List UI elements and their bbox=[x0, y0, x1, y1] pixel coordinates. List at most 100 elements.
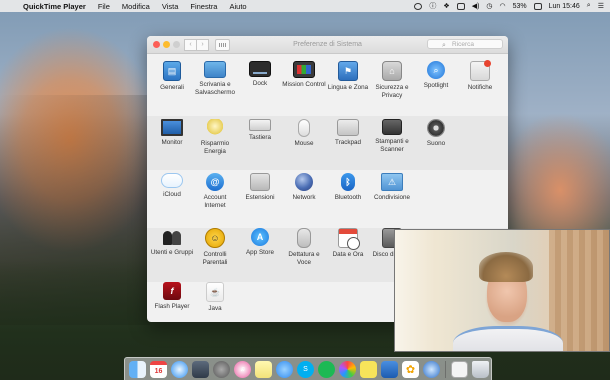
pref-account-internet[interactable]: @ Account Internet bbox=[193, 173, 237, 209]
pref-label: Scrivania e Salvaschermo bbox=[195, 81, 235, 96]
time-machine-icon[interactable]: ◷ bbox=[486, 2, 492, 10]
volume-icon[interactable]: ◀) bbox=[472, 2, 480, 10]
pref-java[interactable]: ☕ Java bbox=[193, 282, 237, 313]
pref-lingua[interactable]: ⚑ Lingua e Zona bbox=[326, 61, 370, 92]
menu-finestra[interactable]: Finestra bbox=[190, 2, 217, 11]
clock-calendar-icon bbox=[338, 228, 360, 250]
mouse-icon bbox=[298, 119, 310, 137]
document-icon[interactable] bbox=[451, 360, 468, 378]
webcam-overlay[interactable] bbox=[394, 229, 610, 352]
pref-generali[interactable]: ▤ Generali bbox=[150, 61, 194, 92]
pref-notifiche[interactable]: Notifiche bbox=[458, 60, 502, 92]
pref-icloud[interactable]: iCloud bbox=[150, 173, 194, 199]
pref-tastiera[interactable]: Tastiera bbox=[238, 119, 282, 142]
prefs-row-hardware: Monitor Risparmio Energia Tastiera Mouse… bbox=[147, 119, 508, 173]
record-icon[interactable] bbox=[414, 2, 423, 10]
quicktime-icon[interactable] bbox=[423, 360, 440, 378]
printer-icon bbox=[382, 119, 402, 135]
pref-mission-control[interactable]: Mission Control bbox=[282, 61, 326, 89]
menu-bar: QuickTime Player File Modifica Vista Fin… bbox=[0, 0, 610, 12]
menu-aiuto[interactable]: Aiuto bbox=[229, 2, 246, 11]
dock: 16 ♫ S ✿ bbox=[124, 357, 492, 380]
pref-label: Trackpad bbox=[334, 139, 361, 146]
users-icon bbox=[162, 228, 182, 246]
stickies-icon[interactable] bbox=[360, 360, 377, 378]
pref-monitor[interactable]: Monitor bbox=[150, 119, 194, 147]
pref-label: Flash Player bbox=[154, 303, 190, 310]
preview-icon[interactable] bbox=[192, 360, 209, 378]
menu-file[interactable]: File bbox=[98, 2, 110, 11]
window-light bbox=[395, 230, 435, 351]
menu-modifica[interactable]: Modifica bbox=[122, 2, 150, 11]
pref-dettatura[interactable]: Dettatura e Voce bbox=[282, 228, 326, 266]
pref-label: Mission Control bbox=[282, 81, 326, 88]
pref-stampanti[interactable]: Stampanti e Scanner bbox=[370, 119, 414, 153]
flash-icon: f bbox=[163, 282, 181, 300]
pref-scrivania[interactable]: Scrivania e Salvaschermo bbox=[193, 61, 237, 96]
pref-label: Monitor bbox=[161, 139, 183, 146]
notes-icon[interactable] bbox=[255, 360, 272, 378]
pref-bluetooth[interactable]: ᛒ Bluetooth bbox=[326, 173, 370, 202]
finder-icon[interactable] bbox=[129, 360, 146, 378]
notification-center-icon[interactable]: ☰ bbox=[598, 2, 604, 10]
pref-mouse[interactable]: Mouse bbox=[282, 119, 326, 148]
system-preferences-icon[interactable] bbox=[213, 360, 230, 378]
menu-vista[interactable]: Vista bbox=[162, 2, 179, 11]
window-titlebar: ‹ › Preferenze di Sistema ⌕ Ricerca bbox=[147, 36, 508, 54]
flag-icon: ⚑ bbox=[338, 61, 358, 81]
shared-folder-icon: ⚠ bbox=[381, 173, 403, 191]
globe-icon bbox=[295, 173, 313, 191]
skype-icon[interactable]: S bbox=[297, 360, 314, 378]
pref-label: Lingua e Zona bbox=[327, 84, 369, 91]
pref-label: Sicurezza e Privacy bbox=[375, 84, 409, 99]
pref-suono[interactable]: Suono bbox=[414, 119, 458, 148]
safari-icon[interactable] bbox=[171, 360, 188, 378]
pref-condivisione[interactable]: ⚠ Condivisione bbox=[370, 173, 414, 202]
text-edit-icon[interactable] bbox=[381, 360, 398, 378]
spotlight-icon[interactable]: ⌕ bbox=[587, 2, 591, 10]
itunes-icon[interactable]: ♫ bbox=[234, 360, 251, 378]
house-lock-icon: ⌂ bbox=[382, 61, 402, 81]
pref-energia[interactable]: Risparmio Energia bbox=[193, 119, 237, 155]
pref-label: Dock bbox=[252, 80, 268, 87]
1password-icon[interactable]: ⓘ bbox=[429, 1, 436, 11]
app-store-icon: A bbox=[251, 228, 269, 246]
pref-label: Notifiche bbox=[467, 84, 493, 91]
pref-utenti[interactable]: Utenti e Gruppi bbox=[150, 228, 194, 257]
pref-dock[interactable]: Dock bbox=[238, 61, 282, 88]
spotify-icon[interactable] bbox=[318, 360, 335, 378]
person-hair bbox=[479, 252, 533, 282]
menu-app-name[interactable]: QuickTime Player bbox=[23, 2, 86, 11]
pref-trackpad[interactable]: Trackpad bbox=[326, 119, 370, 147]
pref-label: Risparmio Energia bbox=[200, 140, 230, 155]
prefs-row-personal: ▤ Generali Scrivania e Salvaschermo Dock… bbox=[147, 60, 508, 115]
pref-app-store[interactable]: A App Store bbox=[238, 228, 282, 257]
pref-label: iCloud bbox=[163, 191, 181, 198]
tweetbot-icon[interactable]: ✿ bbox=[402, 360, 419, 378]
pref-sicurezza[interactable]: ⌂ Sicurezza e Privacy bbox=[370, 61, 414, 99]
pref-label: Controlli Parentali bbox=[202, 251, 228, 266]
calendar-icon[interactable]: 16 bbox=[150, 360, 167, 378]
speaker-icon bbox=[427, 119, 445, 137]
at-sign-icon: @ bbox=[206, 173, 224, 191]
pref-spotlight[interactable]: ⌕ Spotlight bbox=[414, 61, 458, 90]
magnifier-icon: ⌕ bbox=[427, 61, 445, 79]
photos-icon[interactable] bbox=[339, 360, 356, 378]
pref-controlli-parentali[interactable]: ☺ Controlli Parentali bbox=[193, 228, 237, 266]
airplay-icon[interactable] bbox=[456, 2, 465, 10]
messages-icon[interactable] bbox=[276, 360, 293, 378]
prefs-row-internet: iCloud @ Account Internet Estensioni Net… bbox=[147, 173, 508, 227]
dropbox-icon[interactable]: ❖ bbox=[443, 2, 449, 10]
microphone-icon bbox=[297, 228, 311, 248]
wifi-icon[interactable]: ◠ bbox=[500, 2, 506, 10]
monitor-icon bbox=[161, 119, 183, 136]
pref-flash-player[interactable]: f Flash Player bbox=[150, 282, 194, 311]
pref-estensioni[interactable]: Estensioni bbox=[238, 173, 282, 202]
battery-icon[interactable] bbox=[533, 2, 542, 10]
battery-percent[interactable]: 53% bbox=[513, 3, 527, 10]
trash-icon[interactable] bbox=[472, 360, 489, 378]
search-field[interactable]: ⌕ Ricerca bbox=[427, 39, 503, 49]
pref-network[interactable]: Network bbox=[282, 173, 326, 202]
pref-data-ora[interactable]: Data e Ora bbox=[326, 228, 370, 259]
clock[interactable]: Lun 15:46 bbox=[549, 3, 580, 10]
